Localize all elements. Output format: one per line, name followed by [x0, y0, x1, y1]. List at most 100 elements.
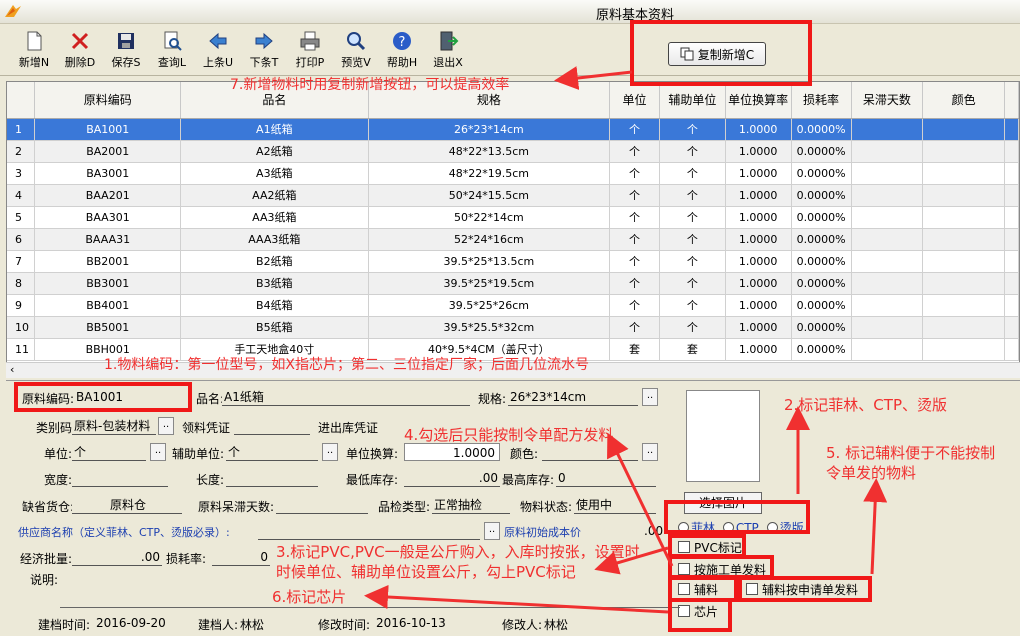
cell-loss-rate[interactable]: 0.0000% [791, 184, 852, 207]
cell-name[interactable]: B5纸箱 [180, 316, 369, 339]
cell-unit[interactable]: 个 [609, 272, 660, 295]
issue-voucher-field[interactable] [234, 417, 310, 435]
status-field[interactable]: 使用中 [574, 496, 656, 514]
cell-idle-days[interactable] [851, 162, 924, 185]
cell-aux-unit[interactable]: 个 [659, 206, 726, 229]
cell-spec[interactable]: 48*22*13.5cm [368, 140, 611, 163]
cell-idle-days[interactable] [851, 272, 924, 295]
cell-loss-rate[interactable]: 0.0000% [791, 140, 852, 163]
help-button[interactable]: ? 帮助H [380, 30, 424, 70]
cell-color[interactable] [922, 140, 1005, 163]
cell-idle-days[interactable] [851, 228, 924, 251]
inspection-field[interactable]: 正常抽检 [432, 496, 510, 514]
new-button[interactable]: 新增N [12, 30, 56, 70]
cell-name[interactable]: A3纸箱 [180, 162, 369, 185]
cell-conversion[interactable]: 1.0000 [725, 228, 792, 251]
cell-spec[interactable]: 52*24*16cm [368, 228, 611, 251]
next-record-button[interactable]: 下条T [242, 30, 286, 70]
cell-loss-rate[interactable]: 0.0000% [791, 250, 852, 273]
cell-conversion[interactable]: 1.0000 [725, 294, 792, 317]
cell-code[interactable]: BA2001 [34, 140, 182, 163]
min-stock-field[interactable]: .00 [404, 469, 500, 487]
cell-idle-days[interactable] [851, 184, 924, 207]
economic-batch-field[interactable]: .00 [72, 548, 162, 566]
cell-name[interactable]: B3纸箱 [180, 272, 369, 295]
cell-idle-days[interactable] [851, 250, 924, 273]
cell-conversion[interactable]: 1.0000 [725, 184, 792, 207]
cell-spec[interactable]: 50*24*15.5cm [368, 184, 611, 207]
unit-picker-button[interactable]: .. [150, 443, 166, 461]
cell-idle-days[interactable] [851, 140, 924, 163]
unit-field[interactable]: 个 [72, 443, 146, 461]
width-field[interactable] [72, 469, 168, 487]
grid-col-conversion[interactable]: 单位换算率 [725, 82, 792, 119]
cell-color[interactable] [922, 228, 1005, 251]
cell-conversion[interactable]: 1.0000 [725, 206, 792, 229]
cell-rownum[interactable]: 2 [7, 140, 36, 163]
cell-unit[interactable]: 个 [609, 316, 660, 339]
cell-color[interactable] [922, 294, 1005, 317]
color-field[interactable] [542, 443, 638, 461]
category-field[interactable]: 原料-包装材料 [72, 417, 156, 435]
loss-rate-field[interactable]: 0 [212, 548, 270, 566]
exit-button[interactable]: 退出X [426, 30, 470, 70]
warehouse-field[interactable]: 原料仓 [72, 496, 182, 514]
cell-color[interactable] [922, 316, 1005, 339]
cell-spec[interactable]: 26*23*14cm [368, 118, 611, 141]
cell-rownum[interactable]: 1 [7, 118, 36, 141]
cell-color[interactable] [922, 162, 1005, 185]
cell-color[interactable] [922, 184, 1005, 207]
cell-aux-unit[interactable]: 个 [659, 316, 726, 339]
cell-rownum[interactable]: 10 [7, 316, 36, 339]
delete-button[interactable]: 删除D [58, 30, 102, 70]
max-stock-field[interactable]: 0 [556, 469, 656, 487]
grid-col-aux-unit[interactable]: 辅助单位 [659, 82, 726, 119]
grid-col-color[interactable]: 颜色 [922, 82, 1005, 119]
cell-name[interactable]: B2纸箱 [180, 250, 369, 273]
color-picker-button[interactable]: .. [642, 443, 658, 461]
cell-aux-unit[interactable]: 个 [659, 184, 726, 207]
cell-idle-days[interactable] [851, 316, 924, 339]
scroll-left-arrow-icon[interactable]: ‹ [10, 363, 14, 376]
cell-rownum[interactable]: 8 [7, 272, 36, 295]
cell-name[interactable]: A2纸箱 [180, 140, 369, 163]
cell-rownum[interactable]: 7 [7, 250, 36, 273]
save-button[interactable]: 保存S [104, 30, 148, 70]
table-row[interactable]: 7 BB2001 B2纸箱 39.5*25*13.5cm 个个 1.0000 0.0000% [7, 250, 1019, 273]
table-row[interactable]: 3 BA3001 A3纸箱 48*22*19.5cm 个个 1.0000 0.0000% [7, 162, 1019, 185]
cell-unit[interactable]: 个 [609, 206, 660, 229]
spec-picker-button[interactable]: .. [642, 388, 658, 406]
cell-name[interactable]: AAA3纸箱 [180, 228, 369, 251]
cell-unit[interactable]: 个 [609, 118, 660, 141]
preview-button[interactable]: 预览V [334, 30, 378, 70]
cell-loss-rate[interactable]: 0.0000% [791, 162, 852, 185]
table-row[interactable]: 1 BA1001 A1纸箱 26*23*14cm 个个 1.0000 0.0000% [7, 118, 1019, 141]
cell-spec[interactable]: 39.5*25*13.5cm [368, 250, 611, 273]
cell-loss-rate[interactable]: 0.0000% [791, 206, 852, 229]
cell-rownum[interactable]: 11 [7, 338, 36, 361]
cell-rownum[interactable]: 9 [7, 294, 36, 317]
cell-aux-unit[interactable]: 个 [659, 140, 726, 163]
cell-aux-unit[interactable]: 个 [659, 294, 726, 317]
cell-color[interactable] [922, 338, 1005, 361]
cell-name[interactable]: AA2纸箱 [180, 184, 369, 207]
cell-unit[interactable]: 个 [609, 184, 660, 207]
cell-rownum[interactable]: 6 [7, 228, 36, 251]
grid-col-loss-rate[interactable]: 损耗率 [791, 82, 852, 119]
cell-color[interactable] [922, 206, 1005, 229]
cell-code[interactable]: BB3001 [34, 272, 182, 295]
cell-conversion[interactable]: 1.0000 [725, 338, 792, 361]
grid-col-idle-days[interactable]: 呆滞天数 [851, 82, 924, 119]
cell-code[interactable]: BA1001 [34, 118, 182, 141]
cell-aux-unit[interactable]: 个 [659, 272, 726, 295]
cell-loss-rate[interactable]: 0.0000% [791, 228, 852, 251]
cell-code[interactable]: BB2001 [34, 250, 182, 273]
cell-unit[interactable]: 个 [609, 294, 660, 317]
cell-aux-unit[interactable]: 个 [659, 162, 726, 185]
cell-conversion[interactable]: 1.0000 [725, 118, 792, 141]
cell-name[interactable]: B4纸箱 [180, 294, 369, 317]
cell-conversion[interactable]: 1.0000 [725, 162, 792, 185]
cell-code[interactable]: BB4001 [34, 294, 182, 317]
spec-field[interactable]: 26*23*14cm [508, 388, 638, 406]
cell-rownum[interactable]: 3 [7, 162, 36, 185]
